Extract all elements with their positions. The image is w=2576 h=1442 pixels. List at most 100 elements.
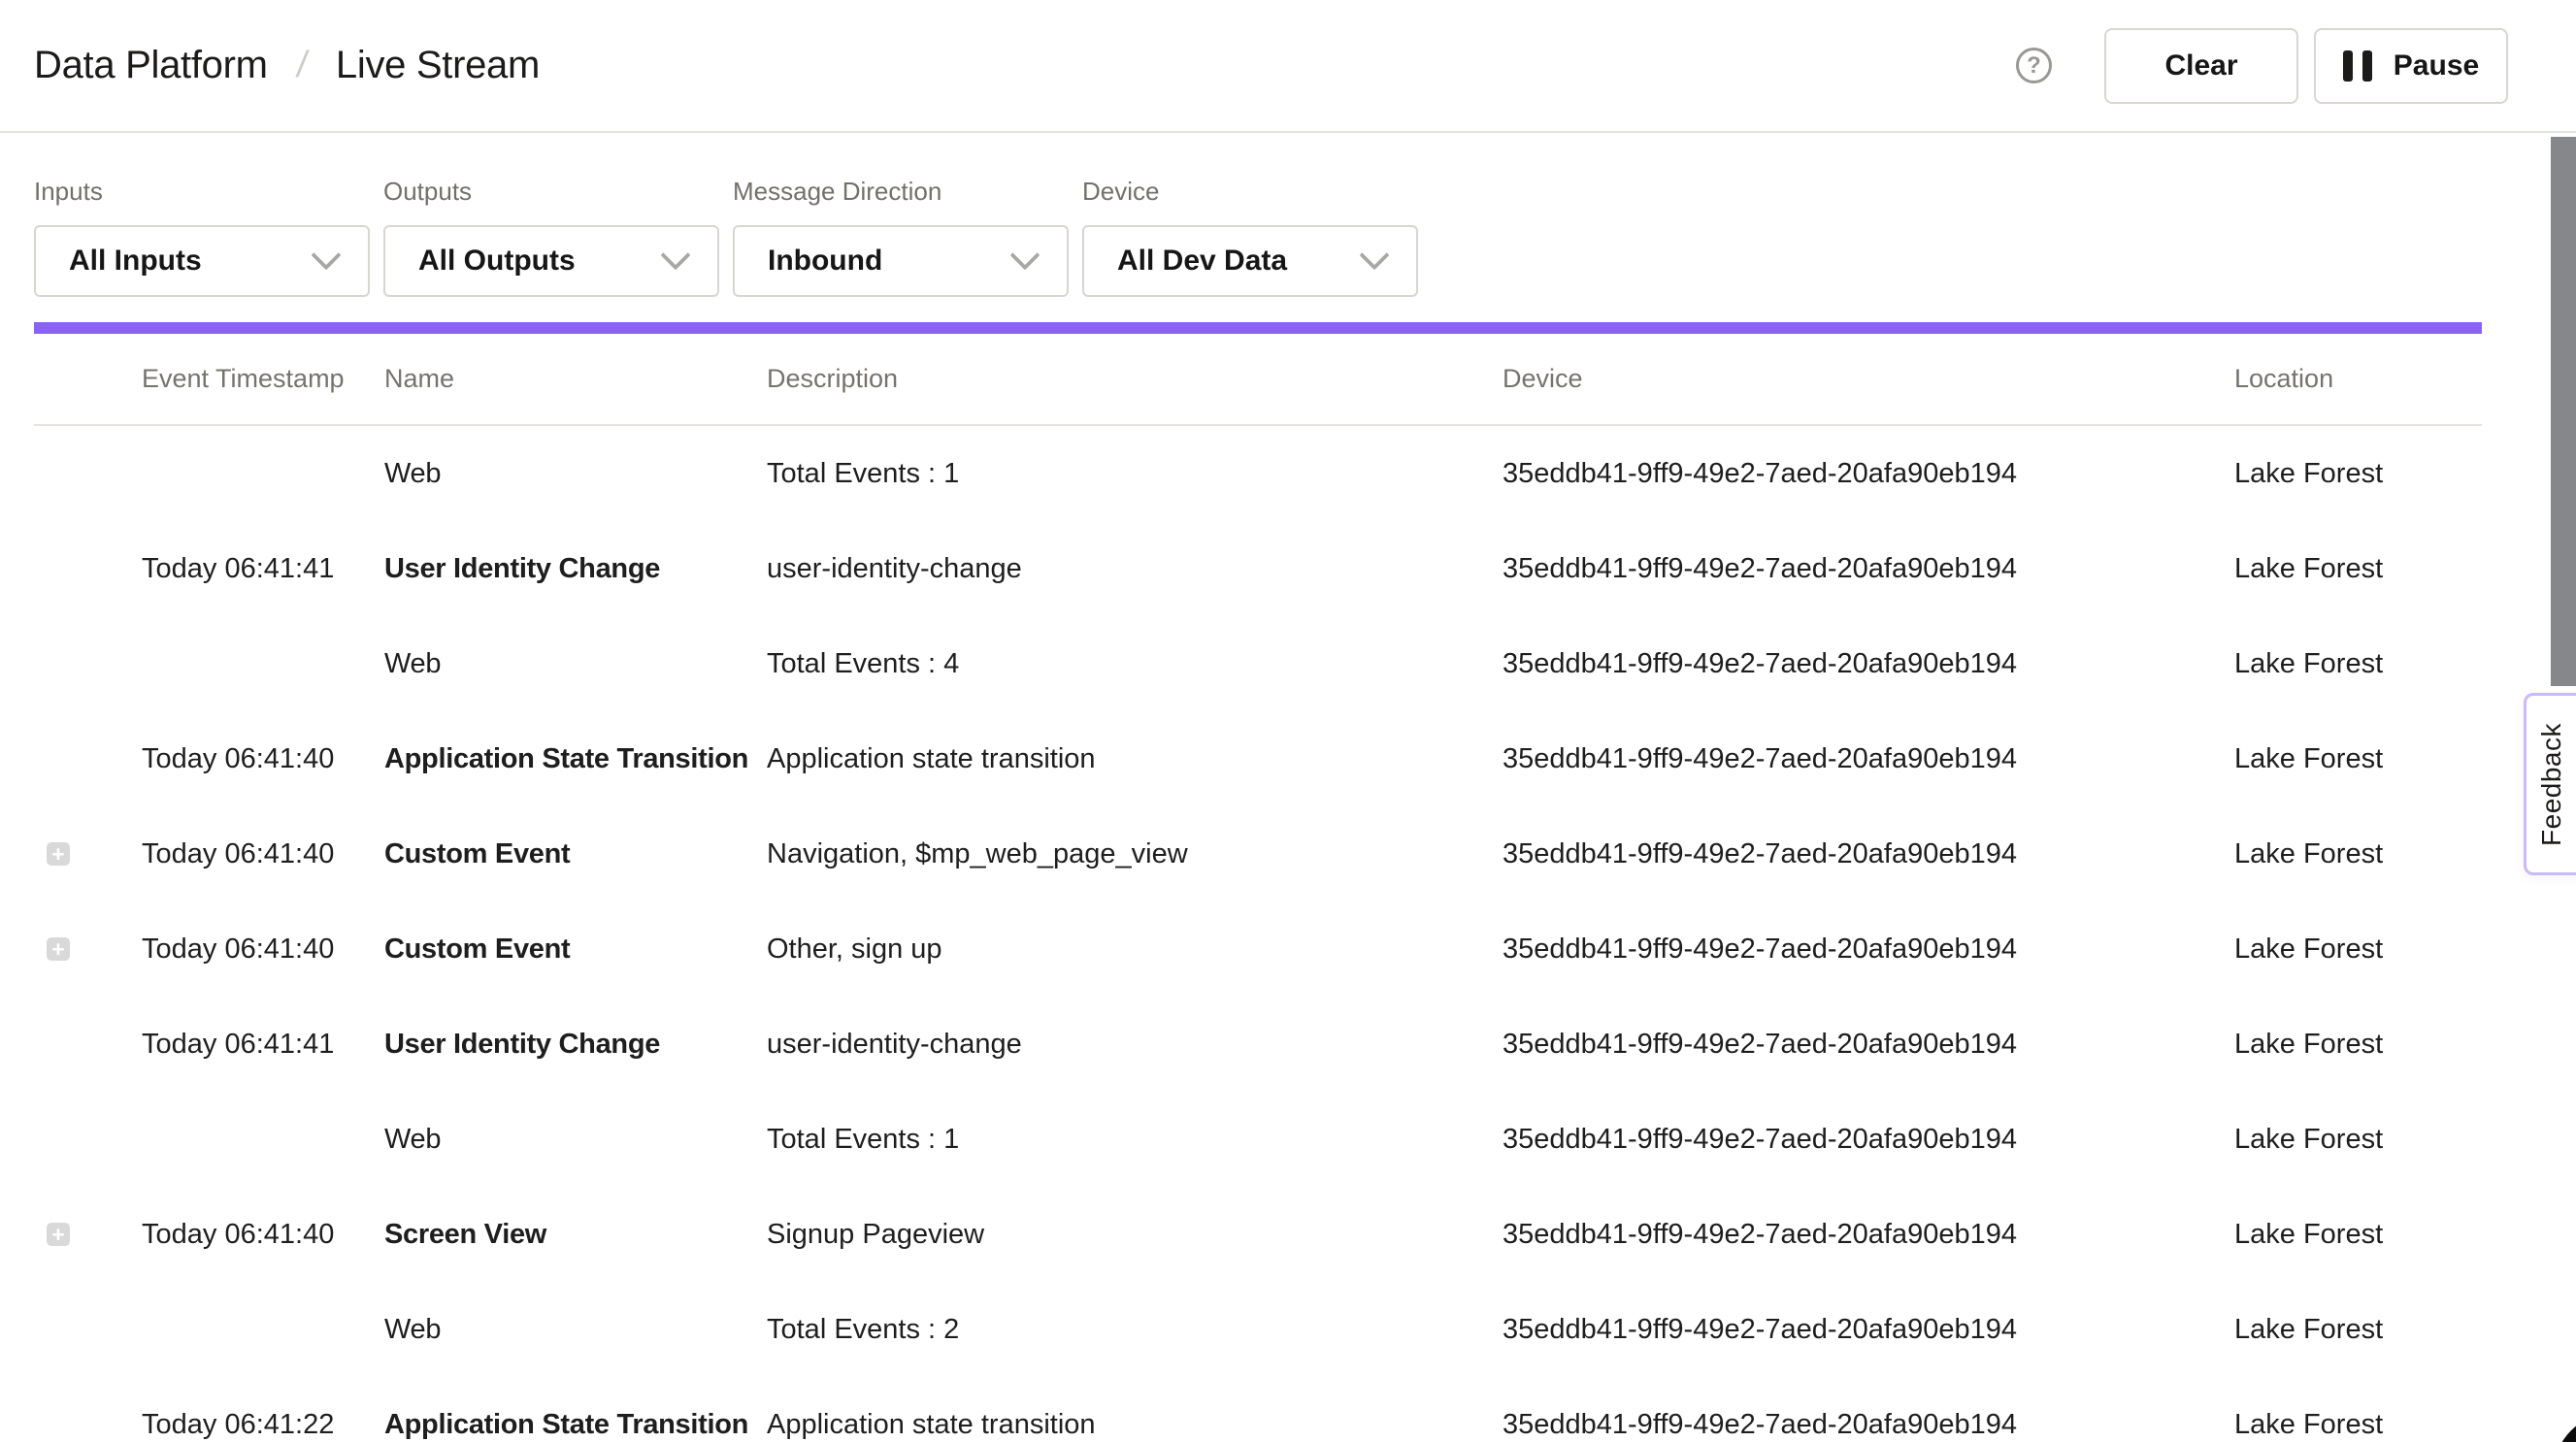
event-name: Custom Event (384, 838, 767, 870)
table-row[interactable]: + Web Total Events : 4 35eddb41-9ff9-49e… (34, 616, 2482, 711)
event-device-id: 35eddb41-9ff9-49e2-7aed-20afa90eb194 (1503, 1409, 2234, 1441)
event-location: Lake Forest (2234, 838, 2482, 870)
table-row[interactable]: + Today 06:41:40 Custom Event Navigation… (34, 806, 2482, 901)
table-row[interactable]: + Web Total Events : 1 35eddb41-9ff9-49e… (34, 1092, 2482, 1187)
clear-button[interactable]: Clear (2104, 28, 2298, 104)
event-description: Signup Pageview (767, 1219, 1503, 1251)
expand-icon[interactable]: + (47, 1223, 70, 1246)
outputs-select-value: All Outputs (418, 245, 576, 278)
filter-label-device: Device (1082, 177, 1418, 207)
chevron-down-icon (1359, 240, 1389, 270)
column-header-device: Device (1503, 364, 2234, 394)
column-header-location: Location (2234, 364, 2482, 394)
table-row[interactable]: + Web Total Events : 2 35eddb41-9ff9-49e… (34, 1282, 2482, 1377)
feedback-tab[interactable]: Feedback (2524, 693, 2576, 875)
filter-bar: Inputs All Inputs Outputs All Outputs Me… (0, 133, 2576, 297)
event-timestamp: Today 06:41:40 (142, 743, 384, 775)
device-select[interactable]: All Dev Data (1082, 225, 1418, 297)
table-body: + Web Total Events : 1 35eddb41-9ff9-49e… (34, 426, 2482, 1442)
event-device-id: 35eddb41-9ff9-49e2-7aed-20afa90eb194 (1503, 743, 2234, 775)
event-description: Application state transition (767, 1409, 1503, 1441)
breadcrumb: Data Platform / Live Stream (34, 44, 540, 87)
event-location: Lake Forest (2234, 934, 2482, 966)
outputs-select[interactable]: All Outputs (383, 225, 719, 297)
table-row[interactable]: + Today 06:41:41 User Identity Change us… (34, 521, 2482, 616)
table-row[interactable]: + Today 06:41:41 User Identity Change us… (34, 997, 2482, 1092)
event-location: Lake Forest (2234, 553, 2482, 585)
column-header-description: Description (767, 364, 1503, 394)
event-location: Lake Forest (2234, 1029, 2482, 1061)
table-row[interactable]: + Web Total Events : 1 35eddb41-9ff9-49e… (34, 426, 2482, 521)
chevron-down-icon (660, 240, 690, 270)
inputs-select[interactable]: All Inputs (34, 225, 370, 297)
event-timestamp: Today 06:41:40 (142, 838, 384, 870)
expand-cell: + (34, 842, 142, 866)
filter-group-inputs: Inputs All Inputs (34, 177, 370, 297)
event-description: Total Events : 1 (767, 1124, 1503, 1156)
event-device-id: 35eddb41-9ff9-49e2-7aed-20afa90eb194 (1503, 1029, 2234, 1061)
event-name: Application State Transition (384, 743, 767, 775)
expand-icon[interactable]: + (47, 842, 70, 866)
event-name: Screen View (384, 1219, 767, 1251)
event-device-id: 35eddb41-9ff9-49e2-7aed-20afa90eb194 (1503, 553, 2234, 585)
message-direction-select-value: Inbound (768, 245, 882, 278)
table-row[interactable]: + Today 06:41:40 Application State Trans… (34, 711, 2482, 806)
event-device-id: 35eddb41-9ff9-49e2-7aed-20afa90eb194 (1503, 1219, 2234, 1251)
filter-label-outputs: Outputs (383, 177, 719, 207)
filter-group-outputs: Outputs All Outputs (383, 177, 719, 297)
filter-label-inputs: Inputs (34, 177, 370, 207)
expand-cell: + (34, 1223, 142, 1246)
pause-icon (2343, 50, 2372, 82)
event-location: Lake Forest (2234, 743, 2482, 775)
event-location: Lake Forest (2234, 1124, 2482, 1156)
event-timestamp: Today 06:41:40 (142, 1219, 384, 1251)
table-row[interactable]: + Today 06:41:40 Custom Event Other, sig… (34, 901, 2482, 997)
event-location: Lake Forest (2234, 1219, 2482, 1251)
event-description: Application state transition (767, 743, 1503, 775)
event-description: user-identity-change (767, 1029, 1503, 1061)
event-description: Total Events : 1 (767, 458, 1503, 490)
expand-cell: + (34, 557, 142, 580)
inputs-select-value: All Inputs (69, 245, 202, 278)
breadcrumb-separator: / (294, 45, 310, 86)
expand-icon[interactable]: + (47, 937, 70, 961)
expand-cell: + (34, 652, 142, 675)
event-location: Lake Forest (2234, 1314, 2482, 1346)
event-name: Web (384, 458, 767, 490)
accent-bar (34, 322, 2482, 334)
table-row[interactable]: + Today 06:41:22 Application State Trans… (34, 1377, 2482, 1442)
pause-button-label: Pause (2394, 49, 2479, 82)
chat-button[interactable] (2553, 1412, 2576, 1442)
page-title: Live Stream (336, 44, 540, 87)
pause-button[interactable]: Pause (2314, 28, 2508, 104)
expand-cell: + (34, 1413, 142, 1436)
event-name: Application State Transition (384, 1409, 767, 1441)
expand-cell: + (34, 1318, 142, 1341)
feedback-tab-label: Feedback (2536, 723, 2567, 846)
table-row[interactable]: + Today 06:41:40 Screen View Signup Page… (34, 1187, 2482, 1282)
header-actions: ? Clear Pause (2016, 28, 2508, 104)
event-device-id: 35eddb41-9ff9-49e2-7aed-20afa90eb194 (1503, 1314, 2234, 1346)
events-table: Event Timestamp Name Description Device … (34, 334, 2482, 1442)
event-location: Lake Forest (2234, 1409, 2482, 1441)
expand-cell: + (34, 937, 142, 961)
event-name: Web (384, 648, 767, 680)
device-select-value: All Dev Data (1117, 245, 1287, 278)
filter-label-message-direction: Message Direction (733, 177, 1069, 207)
message-direction-select[interactable]: Inbound (733, 225, 1069, 297)
app-header: Data Platform / Live Stream ? Clear Paus… (0, 0, 2576, 133)
table-header-row: Event Timestamp Name Description Device … (34, 334, 2482, 426)
expand-cell: + (34, 747, 142, 770)
event-device-id: 35eddb41-9ff9-49e2-7aed-20afa90eb194 (1503, 458, 2234, 490)
event-description: Other, sign up (767, 934, 1503, 966)
event-name: Custom Event (384, 934, 767, 966)
breadcrumb-section[interactable]: Data Platform (34, 44, 268, 87)
event-name: Web (384, 1314, 767, 1346)
expand-cell: + (34, 462, 142, 485)
help-icon[interactable]: ? (2016, 48, 2052, 83)
expand-cell: + (34, 1128, 142, 1151)
expand-cell: + (34, 1032, 142, 1056)
scrollbar-thumb[interactable] (2551, 137, 2576, 686)
event-device-id: 35eddb41-9ff9-49e2-7aed-20afa90eb194 (1503, 934, 2234, 966)
chevron-down-icon (1009, 240, 1040, 270)
